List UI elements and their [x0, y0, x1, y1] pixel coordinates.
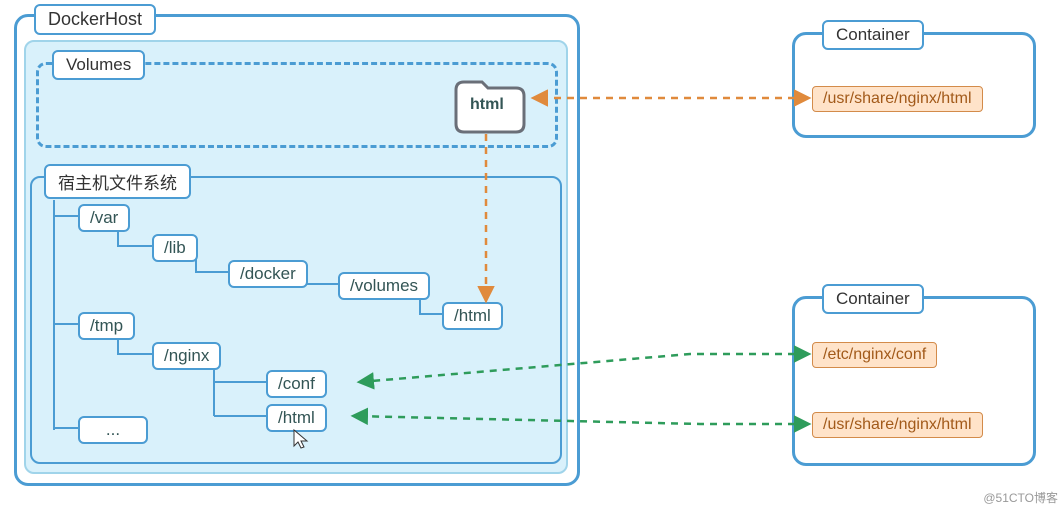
cursor-icon: [0, 0, 1064, 510]
